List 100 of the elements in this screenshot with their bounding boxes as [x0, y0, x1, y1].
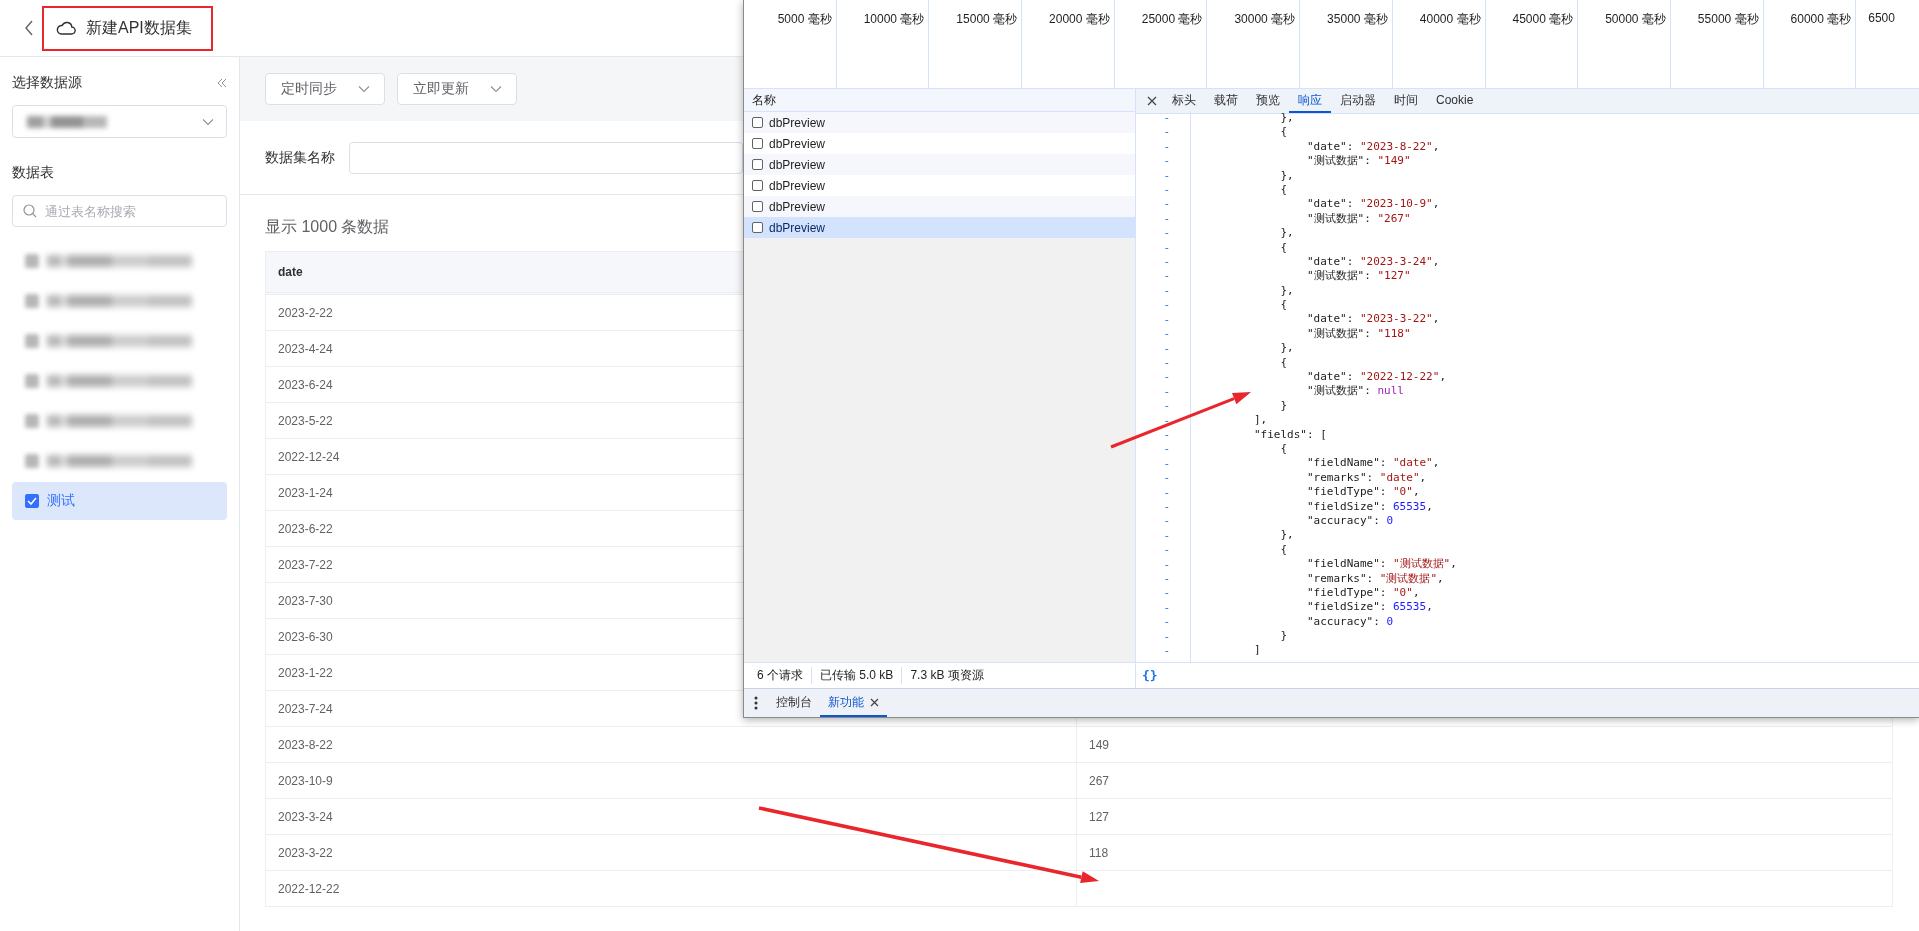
tab[interactable]: 载荷 — [1205, 89, 1247, 113]
code-line: "date": "2023-10-9", — [1306, 197, 1440, 212]
table-cell: 2023-3-22 — [265, 834, 1077, 871]
line-marker: - — [1163, 543, 1170, 558]
code-line: }, — [1280, 226, 1294, 241]
code-line: } — [1280, 398, 1288, 414]
line-marker: - — [1163, 168, 1170, 184]
code-line: "fieldSize": 65535, — [1306, 600, 1433, 615]
checkbox[interactable] — [25, 374, 39, 388]
request-row[interactable]: dbPreview — [744, 112, 1135, 133]
code-line: { — [1280, 355, 1288, 371]
line-marker: - — [1163, 644, 1170, 659]
request-row[interactable]: dbPreview — [744, 217, 1135, 238]
timeline-tick: 6500 — [1868, 11, 1895, 25]
code-line: } — [1280, 629, 1288, 644]
code-line: { — [1280, 298, 1288, 313]
checkbox[interactable] — [25, 454, 39, 468]
back-icon[interactable] — [24, 20, 34, 36]
name-input[interactable] — [349, 141, 743, 174]
close-icon[interactable] — [1147, 96, 1157, 106]
code-line: "accuracy": 0 — [1306, 614, 1393, 630]
checkbox[interactable] — [752, 201, 763, 212]
line-marker: - — [1163, 154, 1170, 169]
line-marker: - — [1163, 298, 1170, 313]
timeline-tick: 35000 毫秒 — [1327, 11, 1388, 25]
line-marker: - — [1163, 240, 1170, 256]
drawer-tab[interactable]: 新功能 — [820, 689, 887, 717]
status-text: 已传输 5.0 kB — [811, 667, 902, 684]
code-line: { — [1280, 125, 1288, 140]
line-marker: - — [1163, 485, 1170, 500]
code-line: }, — [1280, 341, 1294, 356]
chevron-down-icon — [202, 117, 214, 126]
timeline-tick: 15000 毫秒 — [956, 11, 1018, 25]
line-marker: - — [1163, 427, 1170, 443]
code-line: "remarks": "date", — [1306, 470, 1427, 486]
line-marker: - — [1163, 600, 1170, 616]
column-header: 名称 — [744, 89, 1135, 112]
table-cell: 2023-8-22 — [265, 726, 1077, 763]
timeline-tick: 40000 毫秒 — [1419, 11, 1481, 25]
tab[interactable]: 时间 — [1385, 89, 1427, 113]
dropdown-button[interactable]: 立即更新 — [397, 73, 517, 105]
checkbox[interactable] — [25, 294, 39, 308]
request-row[interactable]: dbPreview — [744, 154, 1135, 175]
checkbox[interactable] — [752, 222, 763, 233]
timeline-tick: 55000 毫秒 — [1697, 11, 1759, 25]
drawer-tab[interactable]: 控制台 — [768, 689, 820, 717]
line-marker: - — [1163, 499, 1170, 515]
checkbox[interactable] — [752, 117, 763, 128]
code-line: "测试数据": null — [1306, 384, 1404, 399]
line-marker: - — [1163, 341, 1170, 356]
close-icon[interactable] — [870, 697, 879, 707]
line-marker: - — [1163, 255, 1170, 270]
table-list-item[interactable]: 测试 — [12, 482, 227, 520]
line-marker: - — [1163, 528, 1170, 544]
tab[interactable]: 标头 — [1163, 89, 1205, 113]
code-line: "date": "2023-3-22", — [1306, 312, 1440, 327]
line-marker: - — [1163, 557, 1170, 572]
tab[interactable]: 启动器 — [1331, 89, 1385, 113]
checkbox[interactable] — [25, 334, 39, 348]
code-line: "date": "2023-8-22", — [1306, 139, 1440, 155]
select-field[interactable] — [12, 105, 227, 138]
table-cell: 2023-3-24 — [265, 798, 1077, 835]
line-marker: - — [1163, 370, 1170, 385]
table-cell: 2023-10-9 — [265, 762, 1077, 799]
collapse-icon[interactable] — [217, 78, 227, 88]
line-marker: - — [1163, 471, 1170, 486]
timeline-tick: 10000 毫秒 — [863, 11, 925, 25]
code-line: "fieldSize": 65535, — [1306, 499, 1433, 514]
line-marker: - — [1163, 413, 1170, 428]
line-marker: - — [1163, 125, 1170, 140]
checkbox[interactable] — [25, 414, 39, 428]
code-line: "date": "2022-12-22", — [1306, 370, 1446, 385]
request-row[interactable]: dbPreview — [744, 196, 1135, 217]
checkbox[interactable] — [25, 494, 39, 508]
line-marker: - — [1163, 615, 1170, 630]
code-line: "fieldType": "0", — [1306, 585, 1420, 601]
section-label: 数据表 — [12, 163, 55, 182]
tab[interactable]: 预览 — [1247, 89, 1289, 113]
format-button[interactable]: {} — [1142, 668, 1158, 683]
more-icon[interactable] — [754, 696, 758, 710]
tab[interactable]: 响应 — [1289, 89, 1331, 113]
line-marker: - — [1163, 327, 1170, 342]
dropdown-button[interactable]: 定时同步 — [265, 73, 385, 105]
search-field[interactable]: 通过表名称搜索 — [12, 195, 227, 227]
line-marker: - — [1163, 355, 1170, 371]
line-marker: - — [1163, 399, 1170, 414]
timeline-tick: 20000 毫秒 — [1049, 11, 1110, 25]
checkbox[interactable] — [752, 180, 763, 191]
cloud-icon — [56, 20, 76, 36]
timeline-tick: 25000 毫秒 — [1141, 11, 1203, 25]
code-line: "测试数据": "149" — [1306, 154, 1411, 169]
line-marker: - — [1163, 514, 1170, 529]
checkbox[interactable] — [752, 159, 763, 170]
tab[interactable]: Cookie — [1427, 89, 1483, 113]
checkbox[interactable] — [752, 138, 763, 149]
chevron-down-icon — [358, 85, 370, 93]
preview-heading: 显示 1000 条数据 — [265, 217, 390, 237]
line-marker: - — [1163, 572, 1170, 587]
field-label: 选择数据源 — [12, 74, 82, 92]
checkbox[interactable] — [25, 254, 39, 268]
